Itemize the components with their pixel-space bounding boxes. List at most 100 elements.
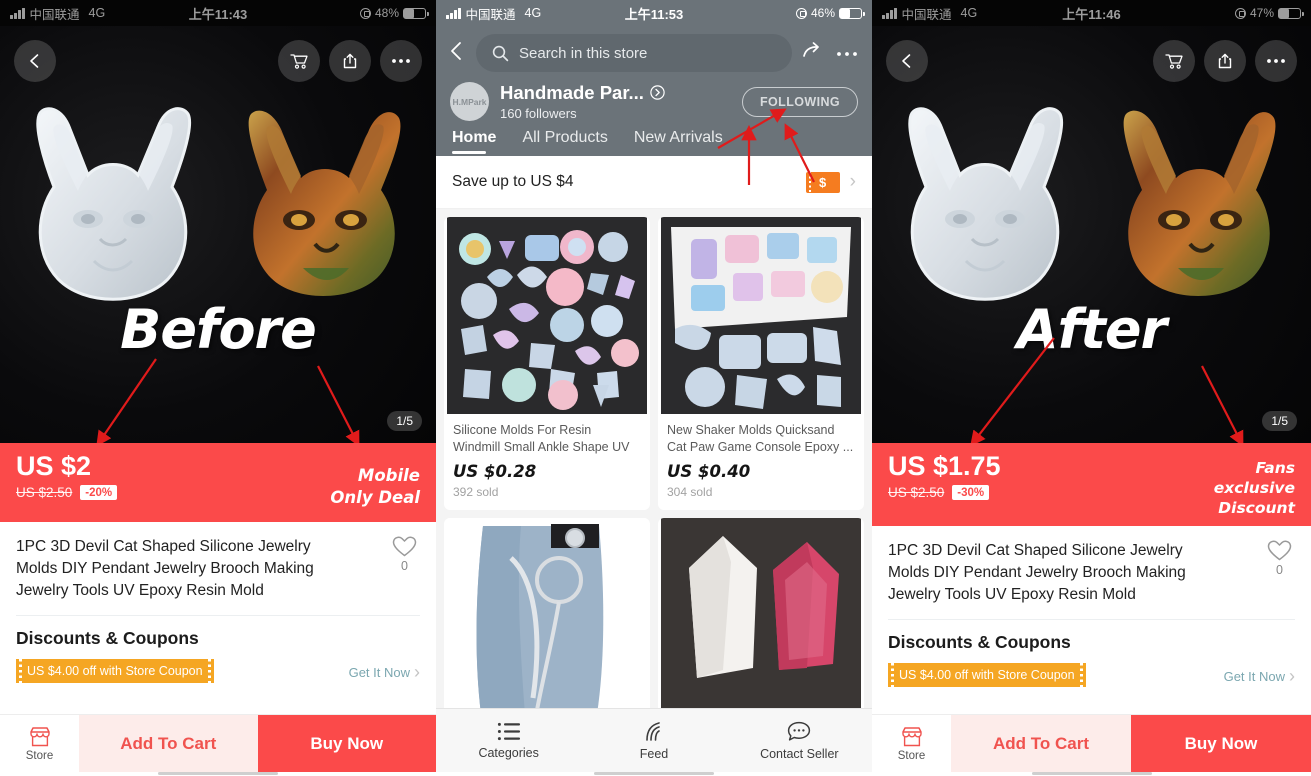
tab-home[interactable]: Home	[452, 129, 496, 156]
avatar: H.MPark	[450, 82, 489, 121]
product-card[interactable]	[444, 518, 650, 726]
store-name-row[interactable]: Handmade Par...	[500, 82, 665, 103]
product-card-body: Silicone Molds For Resin Windmill Small …	[444, 414, 650, 510]
share-button[interactable]	[1204, 40, 1246, 82]
search-input[interactable]: Search in this store	[476, 34, 792, 72]
nav-label: Contact Seller	[760, 746, 839, 761]
carrier-label: 中国联通	[465, 7, 516, 22]
signal-bars-icon	[446, 7, 461, 19]
product-info-left: 1PC 3D Devil Cat Shaped Silicone Jewelry…	[0, 522, 436, 602]
nav-item-feed[interactable]: Feed	[581, 721, 726, 761]
coupons-section-right: Discounts & Coupons US $4.00 off with St…	[872, 620, 1311, 687]
product-card[interactable]	[658, 518, 864, 726]
more-options-button[interactable]	[1255, 40, 1297, 82]
network-type-label: 4G	[88, 6, 106, 20]
wishlist-count: 0	[1276, 563, 1283, 577]
battery-icon	[839, 7, 865, 19]
signal-bars-icon	[10, 7, 25, 19]
store-icon	[29, 726, 50, 746]
product-card[interactable]: New Shaker Molds Quicksand Cat Paw Game …	[658, 217, 864, 510]
product-image-left[interactable]: Before 1/5	[0, 26, 436, 443]
store-button[interactable]: Store	[0, 715, 79, 772]
tab-new-arrivals[interactable]: New Arrivals	[634, 129, 723, 156]
wishlist-count: 0	[401, 559, 408, 573]
store-coupon-ticket[interactable]: US $4.00 off with Store Coupon	[16, 659, 214, 683]
heart-icon	[392, 536, 417, 557]
action-bar-left: Store Add To Cart Buy Now	[0, 714, 436, 772]
save-banner[interactable]: Save up to US $4 $ ›	[436, 156, 872, 209]
coupons-section-left: Discounts & Coupons US $4.00 off with St…	[0, 616, 436, 683]
list-icon	[497, 722, 520, 740]
battery-icon	[403, 7, 429, 19]
deal-badge-left: Mobile Only Deal	[330, 465, 420, 510]
store-button-label: Store	[897, 749, 926, 762]
get-it-now-label: Get It Now	[348, 664, 410, 680]
heart-icon	[1267, 540, 1292, 561]
share-button-store[interactable]	[802, 41, 826, 66]
nav-item-categories[interactable]: Categories	[436, 722, 581, 760]
add-to-cart-button[interactable]: Add To Cart	[79, 715, 258, 772]
wishlist-button[interactable]: 0	[391, 534, 418, 573]
tab-all-products[interactable]: All Products	[522, 129, 607, 156]
back-button[interactable]	[14, 40, 56, 82]
price-band-left: US $2 US $2.50 -20% Mobile Only Deal	[0, 443, 436, 522]
product-grid-wrapper: Silicone Molds For Resin Windmill Small …	[436, 209, 872, 726]
wishlist-button[interactable]: 0	[1266, 538, 1293, 577]
get-it-now-link[interactable]: Get It Now ›	[349, 663, 420, 681]
status-bar-middle: 中国联通 4G 上午11:53 46%	[436, 0, 872, 26]
back-button-store[interactable]	[448, 41, 466, 66]
buy-now-button[interactable]: Buy Now	[1131, 715, 1311, 772]
action-bar-right: Store Add To Cart Buy Now	[872, 714, 1311, 772]
share-button[interactable]	[329, 40, 371, 82]
get-it-now-label: Get It Now	[1223, 668, 1285, 684]
original-price: US $2.50	[16, 485, 73, 501]
nav-label: Categories	[478, 745, 539, 760]
product-price: US $0.40	[667, 462, 751, 481]
rotation-lock-icon	[795, 7, 807, 19]
back-button[interactable]	[886, 40, 928, 82]
home-indicator	[1031, 772, 1152, 775]
cart-button[interactable]	[278, 40, 320, 82]
buy-now-button[interactable]: Buy Now	[257, 715, 436, 772]
product-thumbnail	[447, 217, 647, 414]
store-tabs: Home All Products New Arrivals	[436, 129, 872, 156]
store-coupon-ticket[interactable]: US $4.00 off with Store Coupon	[888, 663, 1086, 687]
overlay-text-before: Before	[120, 298, 317, 361]
nav-item-contact-seller[interactable]: Contact Seller	[727, 721, 872, 761]
status-left-group-middle: 中国联通 4G	[446, 4, 541, 23]
rss-icon	[646, 721, 660, 741]
product-image-right[interactable]: After 1/5	[872, 26, 1311, 443]
store-bottom-nav: Categories Feed Contact Seller	[436, 708, 872, 772]
store-identity-row: H.MPark Handmade Par... 160 followers FO…	[436, 82, 872, 129]
store-icon	[901, 726, 922, 746]
deal-badge-line1: Mobile	[357, 465, 420, 485]
product-title: 1PC 3D Devil Cat Shaped Silicone Jewelry…	[16, 538, 314, 599]
metallic-cat-figure-photo	[233, 104, 418, 304]
deal-badge-line2: Only Deal	[330, 488, 420, 507]
overlay-text-after: After	[1016, 298, 1167, 361]
product-info-right: 1PC 3D Devil Cat Shaped Silicone Jewelry…	[872, 526, 1311, 606]
signal-bars-icon	[882, 7, 897, 19]
get-it-now-link[interactable]: Get It Now ›	[1224, 667, 1295, 685]
original-price: US $2.50	[888, 485, 945, 501]
store-button[interactable]: Store	[872, 715, 951, 772]
more-options-button-store[interactable]	[836, 44, 858, 62]
following-button[interactable]: FOLLOWING	[742, 86, 858, 117]
coupons-heading: Discounts & Coupons	[16, 628, 199, 648]
image-pager-indicator: 1/5	[1262, 411, 1297, 431]
search-row: Search in this store	[436, 26, 872, 82]
price-group: US $2 US $2.50 -20%	[16, 451, 118, 522]
chevron-right-icon: ›	[1289, 666, 1295, 686]
cart-button[interactable]	[1153, 40, 1195, 82]
battery-percent-label: 47%	[1249, 6, 1274, 20]
price-group: US $1.75 US $2.50 -30%	[888, 452, 1001, 526]
chevron-right-icon: ›	[849, 171, 856, 192]
more-options-button[interactable]	[380, 40, 422, 82]
current-price: US $2	[16, 451, 92, 481]
add-to-cart-button[interactable]: Add To Cart	[951, 715, 1131, 772]
nav-label: Feed	[639, 746, 669, 761]
search-placeholder: Search in this store	[519, 44, 648, 62]
rotation-lock-icon	[1234, 7, 1246, 19]
product-card[interactable]: Silicone Molds For Resin Windmill Small …	[444, 217, 650, 510]
status-right-group-right: 47%	[1234, 6, 1304, 20]
